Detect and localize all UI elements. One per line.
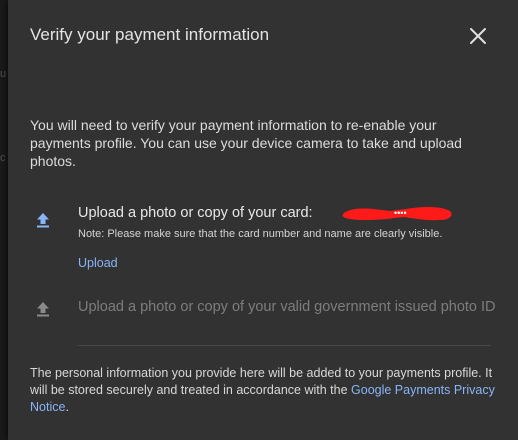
privacy-footer: The personal information you provide her…	[30, 365, 500, 416]
upload-icon	[37, 302, 49, 317]
redaction-mark: ••••	[342, 206, 452, 221]
close-icon	[470, 28, 486, 44]
footer-suffix: .	[65, 400, 69, 414]
background-text-fragment: u	[0, 68, 7, 80]
card-upload-title: Upload a photo or copy of your card:	[78, 205, 313, 221]
masked-card-number: ••••	[394, 208, 407, 218]
intro-text: You will need to verify your payment inf…	[30, 117, 462, 169]
background-text-fragment: c	[0, 152, 6, 164]
dialog-title: Verify your payment information	[30, 25, 270, 44]
card-upload-note: Note: Please make sure that the card num…	[78, 228, 443, 240]
upload-link[interactable]: Upload	[78, 256, 118, 270]
id-upload-title[interactable]: Upload a photo or copy of your valid gov…	[78, 297, 498, 317]
divider	[78, 345, 491, 346]
upload-icon	[37, 213, 49, 228]
close-button[interactable]	[466, 24, 490, 48]
verify-payment-dialog: Verify your payment information You will…	[8, 0, 518, 440]
